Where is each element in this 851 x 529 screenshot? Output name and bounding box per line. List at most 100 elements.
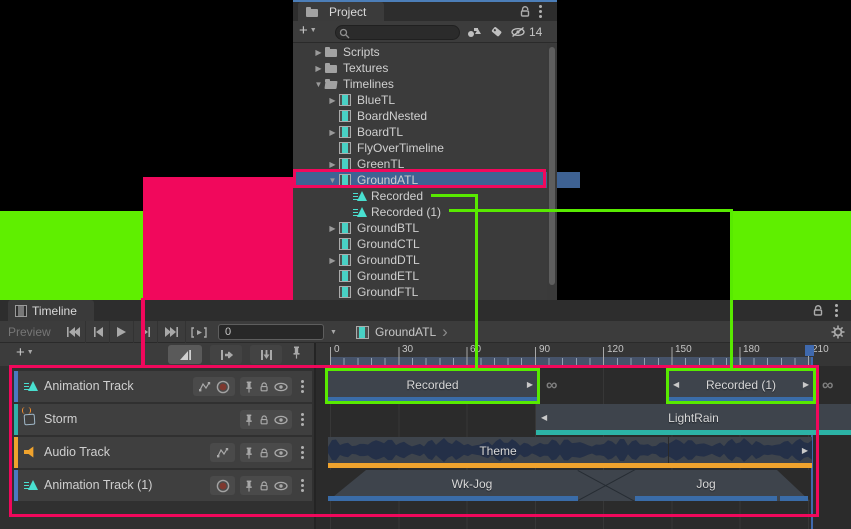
hidden-objects-toggle[interactable]: 14 <box>510 25 542 39</box>
timeline-asset-icon <box>339 110 353 122</box>
expand-arrow-icon[interactable]: ▶ <box>312 48 325 57</box>
project-window: Project + ▼ 14 ▶Scripts ▶Textures ▼Tim <box>293 0 557 300</box>
frame-field-dropdown-icon[interactable]: ▼ <box>330 329 337 336</box>
kebab-menu-icon[interactable] <box>539 5 542 8</box>
go-to-start-button[interactable] <box>60 321 86 343</box>
timeline-tab-label: Timeline <box>32 304 77 318</box>
tree-item-boardnested[interactable]: BoardNested <box>293 108 580 124</box>
clip-mix-mode-button[interactable] <box>168 345 202 364</box>
tree-item-label: FlyOverTimeline <box>357 141 444 155</box>
ruler-tick-label: 0 <box>334 344 340 355</box>
project-tab-label: Project <box>329 5 366 19</box>
tree-item-grounddtl[interactable]: ▶GroundDTL <box>293 252 580 268</box>
tree-item-label: Timelines <box>343 77 394 91</box>
plus-icon: + <box>16 345 25 360</box>
tree-item-label: BlueTL <box>357 93 395 107</box>
ruler-tick-label: 150 <box>675 344 692 355</box>
folder-icon <box>325 62 339 74</box>
expand-arrow-icon[interactable]: ▶ <box>326 224 339 233</box>
tree-item-label: Recorded (1) <box>371 205 441 219</box>
tree-item-timelines[interactable]: ▼ Timelines <box>293 76 566 92</box>
annotation-green-connector-recorded-h <box>431 194 478 197</box>
hidden-count: 14 <box>529 25 542 39</box>
tree-item-label: BoardTL <box>357 125 403 139</box>
timeline-asset-icon <box>339 94 353 106</box>
tree-item-groundctl[interactable]: GroundCTL <box>293 236 580 252</box>
breadcrumb-label: GroundATL <box>375 325 436 339</box>
folder-icon <box>325 46 339 58</box>
scrollbar-thumb[interactable] <box>549 47 555 285</box>
expand-arrow-icon[interactable]: ▶ <box>326 160 339 169</box>
eye-slash-icon <box>510 25 527 39</box>
breadcrumb[interactable]: GroundATL › <box>356 325 448 339</box>
timeline-tab-strip <box>0 300 851 321</box>
timeline-asset-icon <box>339 270 353 282</box>
clip-ripple-mode-button[interactable] <box>210 345 242 364</box>
timeline-end-marker[interactable] <box>805 345 814 356</box>
tree-item-scripts[interactable]: ▶ Scripts <box>293 44 566 60</box>
open-folder-icon <box>325 78 339 90</box>
tree-item-flyovertimeline[interactable]: FlyOverTimeline <box>293 140 580 156</box>
tree-item-bluetl[interactable]: ▶ BlueTL <box>293 92 580 108</box>
expand-arrow-icon[interactable]: ▶ <box>326 128 339 137</box>
scene-green-block-left <box>0 211 143 300</box>
tab-project[interactable]: Project <box>298 2 384 21</box>
tree-item-groundbtl[interactable]: ▶ GroundBTL <box>293 220 580 236</box>
gear-icon[interactable] <box>831 325 845 339</box>
timeline-asset-icon <box>339 222 353 234</box>
next-frame-button[interactable] <box>134 321 158 343</box>
tree-item-groundftl[interactable]: GroundFTL <box>293 284 580 300</box>
timeline-window-icon <box>15 305 27 317</box>
tree-item-label: GroundFTL <box>357 285 418 299</box>
search-by-label-icon[interactable] <box>490 26 504 39</box>
scene-pink-block <box>143 177 293 300</box>
annotation-pink-connector <box>141 298 145 368</box>
play-button[interactable] <box>110 321 134 343</box>
ruler-tick-label: 210 <box>812 344 829 355</box>
tree-item-label: Recorded <box>371 189 423 203</box>
timeline-asset-icon <box>339 238 353 250</box>
timeline-asset-icon <box>356 326 369 339</box>
lock-icon[interactable] <box>812 304 825 317</box>
tree-item-label: Textures <box>343 61 388 75</box>
folder-icon <box>306 6 320 18</box>
collapse-arrow-icon[interactable]: ▼ <box>312 80 325 89</box>
tree-item-label: Scripts <box>343 45 380 59</box>
timeline-asset-icon <box>339 286 353 298</box>
expand-arrow-icon[interactable]: ▶ <box>312 64 325 73</box>
pin-icon[interactable] <box>291 346 302 359</box>
frame-field[interactable] <box>218 324 324 340</box>
ruler-tick-label: 30 <box>402 344 413 355</box>
play-range-button[interactable] <box>186 321 212 343</box>
expand-arrow-icon[interactable]: ▶ <box>326 96 339 105</box>
scene-green-block-right <box>731 211 851 300</box>
search-by-type-icon[interactable] <box>466 25 482 39</box>
tree-item-textures[interactable]: ▶ Textures <box>293 60 566 76</box>
animation-clip-icon <box>353 206 367 218</box>
clip-replace-mode-button[interactable] <box>250 345 282 364</box>
tree-item-boardtl[interactable]: ▶ BoardTL <box>293 124 580 140</box>
tree-item-groundetl[interactable]: GroundETL <box>293 268 580 284</box>
add-track-button[interactable]: + ▼ <box>16 345 34 360</box>
plus-icon: + <box>299 23 308 38</box>
tab-timeline[interactable]: Timeline <box>8 300 94 321</box>
breadcrumb-chevron-icon: › <box>442 325 448 339</box>
expand-arrow-icon[interactable]: ▶ <box>326 256 339 265</box>
ruler-tick-label: 120 <box>607 344 624 355</box>
screenshot-root: Project + ▼ 14 ▶Scripts ▶Textures ▼Tim <box>0 0 851 529</box>
tree-item-label: GroundCTL <box>357 237 420 251</box>
tree-item-label: BoardNested <box>357 109 427 123</box>
annotation-box-groundatl <box>293 169 546 188</box>
kebab-menu-icon[interactable] <box>835 304 838 307</box>
create-asset-button[interactable]: + ▼ <box>299 23 317 38</box>
go-to-end-button[interactable] <box>158 321 186 343</box>
preview-toggle[interactable]: Preview <box>8 325 51 339</box>
tree-item-label: GroundBTL <box>357 221 419 235</box>
lock-icon[interactable] <box>519 5 532 18</box>
annotation-green-connector-recorded1-v <box>730 209 733 370</box>
search-input[interactable] <box>335 25 460 40</box>
extrapolation-infinity-icon: ∞ <box>822 377 833 395</box>
previous-frame-button[interactable] <box>86 321 110 343</box>
ruler-tick-label: 180 <box>743 344 760 355</box>
timeline-asset-icon <box>339 254 353 266</box>
